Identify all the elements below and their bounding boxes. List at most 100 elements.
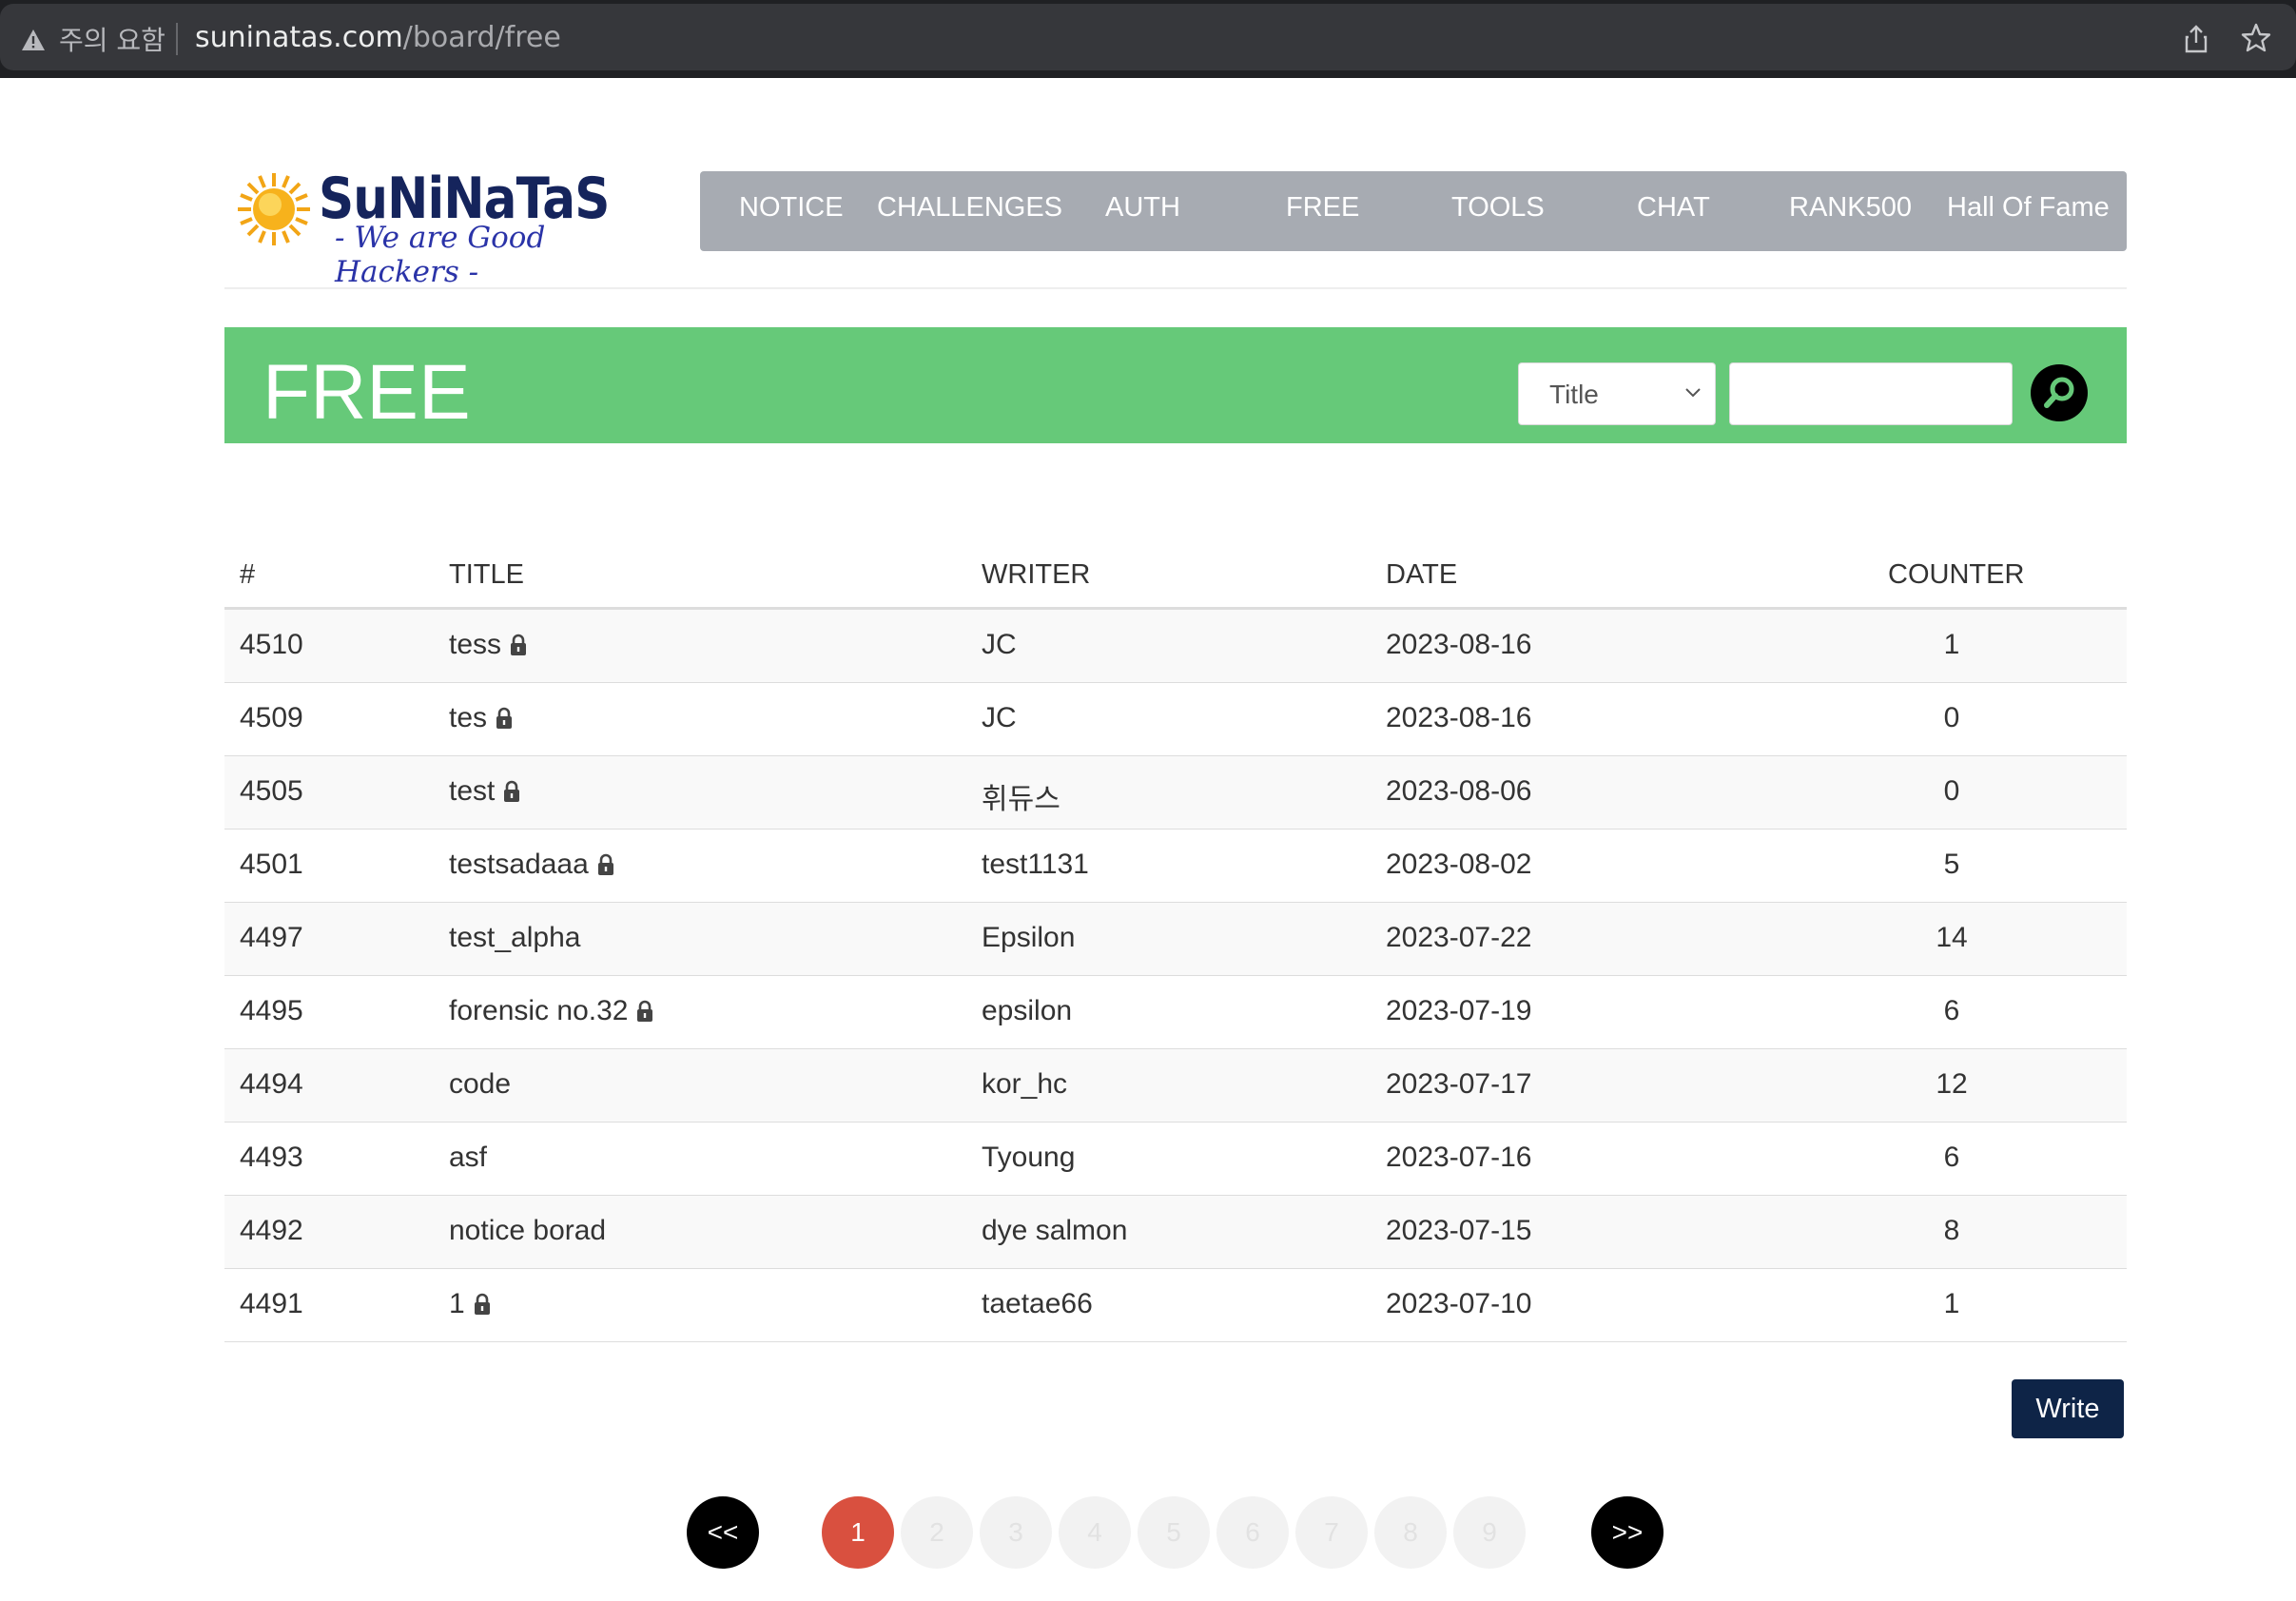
nav-rank500[interactable]: RANK500 [1789,192,1912,224]
prev-page-button[interactable]: << [687,1496,759,1569]
post-counter: 6 [1943,995,1960,1026]
write-button[interactable]: Write [2012,1379,2124,1438]
post-number: 4505 [240,775,303,807]
post-writer: Epsilon [982,922,1076,953]
post-title-link[interactable]: testsadaaa [449,849,615,884]
post-title[interactable]: code [449,1068,511,1100]
table-row[interactable]: 4494 code kor_hc 2023-07-17 12 [224,1049,2127,1123]
table-row[interactable]: 4493 asf Tyoung 2023-07-16 6 [224,1123,2127,1196]
page-6-button[interactable]: 6 [1216,1496,1289,1569]
post-title-link[interactable]: asf [449,1142,487,1174]
post-title[interactable]: test [449,775,495,807]
post-title[interactable]: asf [449,1142,487,1173]
share-icon[interactable] [2184,25,2208,58]
search-button[interactable] [2031,364,2088,421]
post-number: 4493 [240,1142,303,1173]
post-counter: 1 [1943,1288,1960,1319]
post-title-link[interactable]: notice borad [449,1215,606,1247]
bookmark-star-icon[interactable] [2241,23,2271,58]
nav-tools[interactable]: TOOLS [1451,192,1545,224]
search-field-select[interactable]: Title [1518,362,1716,425]
post-number: 4501 [240,849,303,880]
warning-icon[interactable] [21,29,46,56]
post-counter: 12 [1936,1068,1968,1100]
post-date: 2023-07-17 [1386,1068,1532,1100]
post-date: 2023-08-16 [1386,629,1532,660]
page-4-button[interactable]: 4 [1059,1496,1131,1569]
page-2-button[interactable]: 2 [901,1496,973,1569]
nav-notice[interactable]: NOTICE [739,192,844,224]
post-counter: 5 [1943,849,1960,880]
post-writer: JC [982,702,1017,733]
search-field-selected: Title [1549,380,1599,409]
post-date: 2023-07-19 [1386,995,1532,1026]
lock-icon [473,1291,492,1323]
table-row[interactable]: 4495 forensic no.32 epsilon 2023-07-19 6 [224,976,2127,1049]
page-title: FREE [263,349,471,436]
post-date: 2023-08-06 [1386,775,1532,807]
table-row[interactable]: 4497 test_alpha Epsilon 2023-07-22 14 [224,903,2127,976]
col-header-counter: COUNTER [1888,559,2025,590]
post-counter: 0 [1943,702,1960,733]
page-8-button[interactable]: 8 [1374,1496,1447,1569]
post-number: 4509 [240,702,303,733]
page-5-button[interactable]: 5 [1138,1496,1210,1569]
post-title[interactable]: tes [449,702,487,733]
address-divider [176,23,178,55]
post-title-link[interactable]: test_alpha [449,922,580,954]
page-9-button[interactable]: 9 [1453,1496,1526,1569]
table-row[interactable]: 4509 tes JC 2023-08-16 0 [224,683,2127,756]
post-date: 2023-07-15 [1386,1215,1532,1246]
nav-hall-of-fame[interactable]: Hall Of Fame [1947,192,2110,224]
page-3-button[interactable]: 3 [980,1496,1052,1569]
post-title-link[interactable]: test [449,775,521,810]
table-row[interactable]: 4505 test 휘듀스 2023-08-06 0 [224,756,2127,830]
post-writer: 휘듀스 [982,784,1060,815]
post-title[interactable]: notice borad [449,1215,606,1246]
next-page-button[interactable]: >> [1591,1496,1664,1569]
post-number: 4494 [240,1068,303,1100]
table-row[interactable]: 4492 notice borad dye salmon 2023-07-15 … [224,1196,2127,1269]
post-date: 2023-08-16 [1386,702,1532,733]
table-row[interactable]: 4501 testsadaaa test1131 2023-08-02 5 [224,830,2127,903]
nav-challenges[interactable]: CHALLENGES [877,192,1062,224]
post-title[interactable]: testsadaaa [449,849,589,880]
post-title-link[interactable]: tes [449,702,514,737]
lock-icon [596,851,615,884]
post-title-link[interactable]: code [449,1068,511,1101]
table-row[interactable]: 4491 1 taetae66 2023-07-10 1 [224,1269,2127,1342]
page-1-button[interactable]: 1 [822,1496,894,1569]
nav-chat[interactable]: CHAT [1637,192,1710,224]
table-row[interactable]: 4510 tess JC 2023-08-16 1 [224,610,2127,683]
post-title-link[interactable]: tess [449,629,528,664]
post-title-link[interactable]: forensic no.32 [449,995,654,1030]
col-header-writer: WRITER [982,559,1091,590]
page-7-button[interactable]: 7 [1295,1496,1368,1569]
post-counter: 14 [1936,922,1968,953]
col-header-title: TITLE [449,559,524,590]
main-nav: NOTICE CHALLENGES AUTH FREE TOOLS CHAT R… [700,171,2127,251]
nav-auth[interactable]: AUTH [1105,192,1180,224]
board-banner: FREE Title [224,327,2127,443]
post-title[interactable]: forensic no.32 [449,995,628,1026]
post-title[interactable]: test_alpha [449,922,580,953]
site-logo[interactable]: SuNiNaTaS - We are Good Hackers - [236,164,610,289]
post-writer: JC [982,629,1017,660]
nav-free[interactable]: FREE [1286,192,1359,224]
url-path: /board/free [402,21,561,54]
col-header-number: # [240,559,256,590]
post-title[interactable]: tess [449,629,501,660]
lock-icon [635,998,654,1030]
post-title[interactable]: 1 [449,1288,465,1319]
post-date: 2023-07-10 [1386,1288,1532,1319]
sun-logo-icon [236,171,312,252]
search-input[interactable] [1729,362,2013,425]
address-bar[interactable]: 주의 요함 suninatas.com/board/free [0,4,2296,70]
post-counter: 6 [1943,1142,1960,1173]
post-date: 2023-07-16 [1386,1142,1532,1173]
logo-slogan: - We are Good Hackers - [335,221,546,289]
post-writer: test1131 [982,849,1089,880]
security-warning-label[interactable]: 주의 요함 [59,20,165,58]
post-title-link[interactable]: 1 [449,1288,492,1323]
url-text[interactable]: suninatas.com/board/free [195,21,561,54]
